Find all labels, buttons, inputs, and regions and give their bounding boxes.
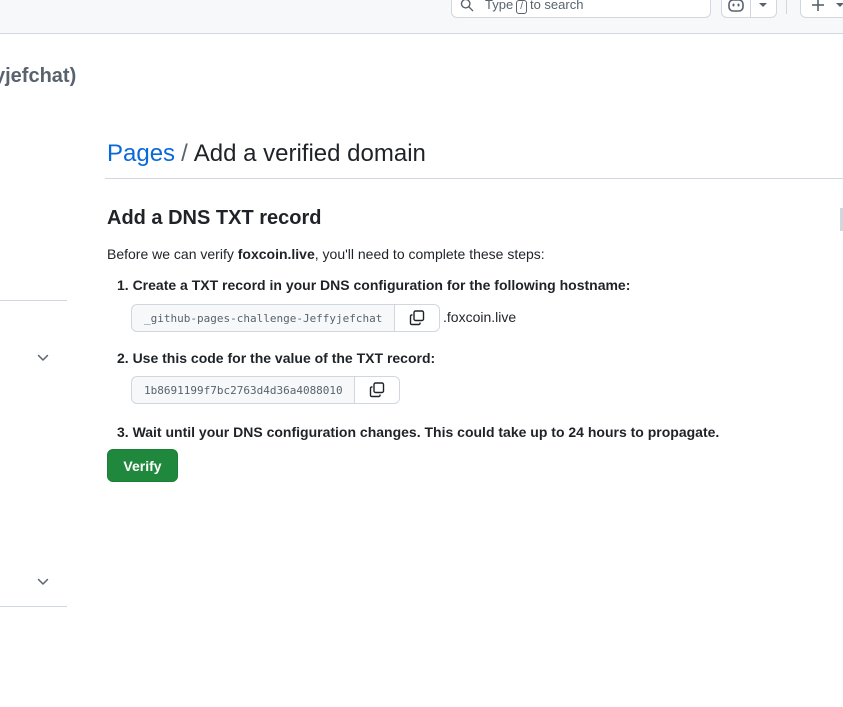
search-placeholder: Type / to search bbox=[485, 0, 584, 14]
heading-divider bbox=[105, 178, 843, 179]
breadcrumb: Pages / Add a verified domain bbox=[107, 138, 426, 170]
copy-hostname-button[interactable] bbox=[394, 305, 439, 331]
copy-icon bbox=[369, 382, 385, 398]
breadcrumb-separator: / bbox=[181, 140, 188, 167]
chevron-down-icon[interactable] bbox=[758, 1, 768, 9]
copy-icon bbox=[409, 310, 425, 326]
hostname-code[interactable]: _github-pages-challenge-Jeffyjefchat bbox=[132, 305, 394, 331]
create-new-button[interactable] bbox=[800, 0, 843, 18]
top-header: Type / to search bbox=[0, 0, 843, 34]
copy-txt-value-button[interactable] bbox=[354, 377, 399, 403]
txt-value-code[interactable]: 1b8691199f7bc2763d4d36a4088010 bbox=[132, 377, 354, 403]
hostname-code-box: _github-pages-challenge-Jeffyjefchat bbox=[131, 304, 440, 332]
intro-domain: foxcoin.live bbox=[237, 246, 315, 262]
chevron-down-icon[interactable] bbox=[37, 354, 49, 362]
intro-text: Before we can verify foxcoin.live, you'l… bbox=[107, 246, 545, 262]
sidebar-divider bbox=[0, 300, 67, 301]
chevron-down-icon[interactable] bbox=[37, 578, 49, 586]
divider bbox=[786, 0, 787, 14]
hostname-suffix: .foxcoin.live bbox=[443, 309, 517, 325]
page-title: Add a verified domain bbox=[193, 140, 426, 167]
search-input[interactable]: Type / to search bbox=[451, 0, 711, 18]
search-icon bbox=[460, 0, 474, 12]
chevron-down-icon bbox=[836, 3, 843, 7]
txt-value-code-box: 1b8691199f7bc2763d4d36a4088010 bbox=[131, 376, 400, 404]
context-title: yjefchat) bbox=[0, 65, 77, 87]
step-2-text: 2. Use this code for the value of the TX… bbox=[117, 350, 436, 366]
breadcrumb-pages-link[interactable]: Pages bbox=[107, 140, 175, 167]
search-shortcut-key: / bbox=[516, 0, 527, 14]
step-3-text: 3. Wait until your DNS configuration cha… bbox=[117, 424, 720, 440]
sidebar-divider bbox=[0, 606, 67, 607]
plus-icon bbox=[812, 0, 824, 11]
copilot-button-group bbox=[721, 0, 777, 18]
divider bbox=[750, 0, 751, 17]
step-1-text: 1. Create a TXT record in your DNS confi… bbox=[117, 277, 631, 293]
copilot-icon[interactable] bbox=[728, 0, 744, 12]
verify-button[interactable]: Verify bbox=[107, 449, 178, 482]
section-title: Add a DNS TXT record bbox=[107, 207, 322, 229]
